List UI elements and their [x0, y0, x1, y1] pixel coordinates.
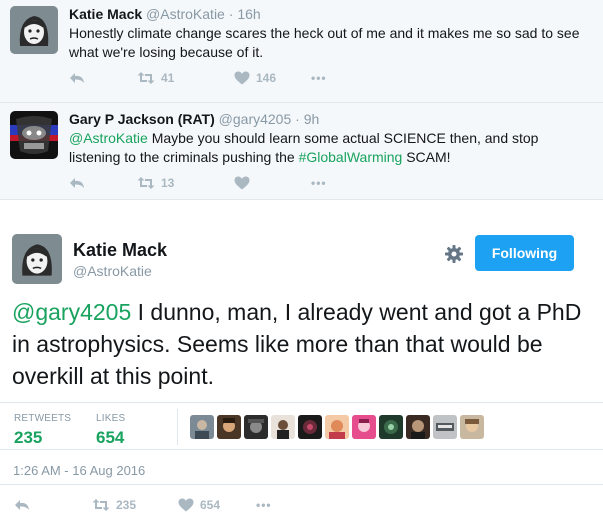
tweet-header: Gary P Jackson (RAT) @gary4205 · 9h: [69, 111, 319, 127]
like-button[interactable]: 654: [178, 498, 256, 512]
like-count: 146: [256, 71, 277, 85]
separator: ·: [228, 6, 234, 22]
avatar[interactable]: [10, 6, 58, 54]
likes-label: LIKES: [96, 413, 126, 424]
heart-icon: [234, 71, 250, 85]
more-button[interactable]: •••: [311, 176, 327, 190]
display-name[interactable]: Gary P Jackson (RAT): [69, 111, 215, 127]
gear-icon[interactable]: [444, 244, 464, 264]
following-button[interactable]: Following: [475, 235, 574, 271]
more-button[interactable]: •••: [311, 71, 327, 85]
retweet-icon: [137, 177, 155, 189]
tweet-actions: 13 •••: [69, 173, 327, 193]
liker-avatars: [190, 415, 484, 439]
tweet-header: Katie Mack @AstroKatie · 16h: [69, 6, 261, 22]
hashtag-link[interactable]: #GlobalWarming: [299, 149, 403, 165]
tweet-gary-jackson[interactable]: Gary P Jackson (RAT) @gary4205 · 9h @Ast…: [0, 103, 603, 200]
retweet-icon: [137, 72, 155, 84]
user-handle[interactable]: @AstroKatie: [73, 263, 152, 279]
avatar[interactable]: [325, 415, 349, 439]
reply-button[interactable]: [14, 498, 92, 512]
retweet-count: 41: [161, 71, 175, 85]
reply-icon: [70, 73, 84, 83]
avatar[interactable]: [460, 415, 484, 439]
reply-icon: [15, 500, 29, 510]
separator: ·: [295, 111, 300, 127]
display-name[interactable]: Katie Mack: [73, 240, 167, 261]
like-button[interactable]: [234, 176, 311, 190]
timestamp[interactable]: 9h: [304, 111, 320, 127]
retweet-count: 13: [161, 176, 175, 190]
user-handle[interactable]: @AstroKatie: [146, 6, 225, 22]
user-handle[interactable]: @gary4205: [219, 111, 292, 127]
avatar[interactable]: [271, 415, 295, 439]
heart-icon: [178, 498, 194, 512]
mention-link[interactable]: @gary4205: [12, 299, 131, 325]
tweet-timestamp[interactable]: 1:26 AM - 16 Aug 2016: [13, 463, 145, 478]
tweet-text: @gary4205 I dunno, man, I already went a…: [12, 296, 587, 392]
timestamp[interactable]: 16h: [237, 6, 260, 22]
retweet-button[interactable]: 41: [137, 71, 234, 85]
avatar[interactable]: [190, 415, 214, 439]
heart-icon: [234, 176, 250, 190]
avatar[interactable]: [244, 415, 268, 439]
like-count: 654: [200, 498, 221, 512]
avatar[interactable]: [406, 415, 430, 439]
avatar[interactable]: [217, 415, 241, 439]
reply-button[interactable]: [69, 71, 137, 85]
more-icon: •••: [311, 176, 327, 190]
avatar[interactable]: [352, 415, 376, 439]
mention-link[interactable]: @AstroKatie: [69, 130, 148, 146]
retweets-stat[interactable]: RETWEETS 235: [14, 413, 71, 448]
more-button[interactable]: •••: [256, 498, 272, 512]
avatar[interactable]: [10, 111, 58, 159]
tweet-katie-mack[interactable]: Katie Mack @AstroKatie · 16h Honestly cl…: [0, 0, 603, 103]
like-button[interactable]: 146: [234, 71, 311, 85]
avatar[interactable]: [12, 234, 62, 284]
display-name[interactable]: Katie Mack: [69, 6, 142, 22]
divider: [0, 484, 603, 485]
likes-count: 654: [96, 428, 125, 447]
retweet-count: 235: [116, 498, 137, 512]
retweets-label: RETWEETS: [14, 413, 72, 424]
more-icon: •••: [256, 498, 272, 512]
tweet-text: @AstroKatie Maybe you should learn some …: [69, 129, 589, 167]
tweet-text: Honestly climate change scares the heck …: [69, 25, 580, 60]
divider: [177, 409, 178, 445]
tweet-text-part: SCAM!: [402, 149, 451, 165]
more-icon: •••: [311, 71, 327, 85]
likes-stat[interactable]: LIKES 654: [96, 413, 125, 448]
avatar[interactable]: [379, 415, 403, 439]
retweet-button[interactable]: 235: [92, 498, 178, 512]
reply-button[interactable]: [69, 176, 137, 190]
retweet-icon: [92, 499, 110, 511]
avatar[interactable]: [298, 415, 322, 439]
tweet-actions: 41 146 •••: [69, 68, 327, 88]
tweet-actions: 235 654 •••: [14, 495, 272, 515]
retweet-button[interactable]: 13: [137, 176, 234, 190]
retweets-count: 235: [14, 428, 43, 447]
reply-icon: [70, 178, 84, 188]
avatar[interactable]: [433, 415, 457, 439]
